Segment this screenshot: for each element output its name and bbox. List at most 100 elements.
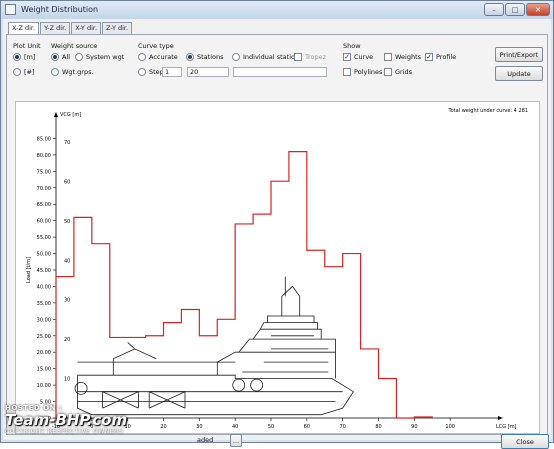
radio-selected-icon: [51, 53, 59, 61]
window-title: Weight Distribution: [21, 5, 99, 14]
show-curve-label: Curve: [354, 53, 374, 61]
curve-accurate-label: Accurate: [149, 53, 178, 61]
y-axis-label-vcg: VCG [m]: [60, 112, 81, 118]
app-icon: [5, 4, 16, 15]
x-tick-label: 40: [232, 424, 238, 430]
y-tick-label: 60.00: [37, 219, 51, 225]
weight-source-all-label: All: [62, 53, 71, 61]
x-tick-label: 100: [445, 424, 455, 430]
show-polylines-checkbox[interactable]: Polylines: [343, 68, 382, 76]
radio-unselected-icon: [13, 68, 21, 76]
x-tick-label: 10: [124, 424, 130, 430]
x-tick-label: 60: [304, 424, 310, 430]
y-tick-label: 20.00: [37, 350, 51, 356]
tab-panel: Plot Unit [m] [#] Weight source All Syst…: [6, 34, 549, 449]
tab-zy-dir[interactable]: Z-Y dir.: [102, 22, 133, 34]
show-grids-checkbox[interactable]: Grids: [384, 68, 412, 76]
minimize-button[interactable]: –: [484, 3, 504, 16]
checkmark-icon: ✓: [343, 53, 351, 61]
update-button[interactable]: Update: [495, 66, 543, 81]
x-tick-label: 50: [268, 424, 274, 430]
y-tick-label: 65.00: [37, 202, 51, 208]
weight-source-system-label: System wgt: [86, 53, 125, 61]
show-profile-label: Profile: [436, 53, 457, 61]
y-tick-label: 35.00: [37, 301, 51, 307]
radio-unselected-icon: [51, 68, 59, 76]
checkbox-icon: [343, 68, 351, 76]
chart-svg: Total weight under curve: 4 281 -10 0 10 20 3…: [26, 108, 528, 430]
y-tick-label: 25.00: [37, 334, 51, 340]
checkmark-icon: ✓: [425, 53, 433, 61]
x-axis-label: LCG [m]: [496, 424, 517, 430]
plot-unit-count-label: [#]: [24, 68, 35, 76]
vcg-tick-label: 50: [64, 219, 70, 225]
show-grids-label: Grids: [395, 68, 413, 76]
vcg-tick-label: 10: [64, 377, 70, 383]
step-value-field[interactable]: 1: [162, 67, 182, 77]
show-weights-checkbox[interactable]: Weights: [384, 53, 421, 61]
show-weights-label: Weights: [395, 53, 422, 61]
curve-tropez-checkbox[interactable]: Tropez: [294, 53, 326, 61]
checkbox-icon: [384, 53, 392, 61]
show-curve-checkbox[interactable]: ✓ Curve: [343, 53, 373, 61]
x-tick-label: 90: [411, 424, 417, 430]
weight-source-all-radio[interactable]: All: [51, 53, 70, 61]
x-tick-label: 80: [375, 424, 381, 430]
y-tick-label: 10.00: [37, 383, 51, 389]
close-button[interactable]: Close: [501, 434, 549, 449]
total-weight-label: Total weight under curve: 4 281: [447, 108, 528, 114]
weight-source-system-radio[interactable]: System wgt: [75, 53, 124, 61]
show-profile-checkbox[interactable]: ✓ Profile: [425, 53, 456, 61]
plot-unit-m-radio[interactable]: [m]: [13, 53, 35, 61]
radio-unselected-icon: [232, 53, 240, 61]
x-axis-arrow-icon: [498, 416, 503, 420]
curve-step-radio[interactable]: Step: [138, 68, 164, 76]
y-tick-label: 80.00: [37, 153, 51, 159]
close-window-button[interactable]: ✕: [526, 3, 550, 16]
tab-yz-dir[interactable]: Y-Z dir.: [40, 22, 71, 34]
y-tick-label: 55.00: [37, 235, 51, 241]
print-export-button[interactable]: Print/Export: [495, 47, 543, 62]
x-tick-label: 20: [160, 424, 166, 430]
vcg-tick-label: 40: [64, 258, 70, 264]
curve-individual-stations-radio[interactable]: Individual stations: [232, 53, 302, 61]
curve-stations-radio[interactable]: Stations: [186, 53, 224, 61]
curve-tropez-label: Tropez: [305, 53, 327, 61]
vcg-tick-label: 60: [64, 179, 70, 185]
ship-profile-drawing: [74, 276, 354, 416]
weight-source-title: Weight source: [51, 42, 98, 50]
weight-source-groups-radio[interactable]: Wgt.grps.: [51, 68, 94, 76]
weight-distribution-window: Weight Distribution – □ ✕ X-Z dir. Y-Z d…: [0, 0, 554, 449]
load-step-curve: [55, 151, 433, 419]
y-tick-label: 70.00: [37, 186, 51, 192]
y-axis-label-load: Load [t/m]: [26, 257, 32, 283]
plot-unit-count-radio[interactable]: [#]: [13, 68, 35, 76]
checkbox-icon: [294, 53, 302, 61]
curve-extra-field[interactable]: [233, 67, 327, 77]
weight-source-groups-label: Wgt.grps.: [62, 68, 94, 76]
y-tick-label: 15.00: [37, 367, 51, 373]
maximize-button[interactable]: □: [505, 3, 525, 16]
y-tick-label: 40.00: [37, 284, 51, 290]
stations-count-field[interactable]: 20: [187, 67, 229, 77]
radio-selected-icon: [13, 53, 21, 61]
y-tick-label: 45.00: [37, 268, 51, 274]
tab-xy-dir[interactable]: X-Y dir.: [71, 22, 102, 34]
curve-type-title: Curve type: [138, 42, 174, 50]
title-bar: Weight Distribution – □ ✕: [1, 1, 553, 19]
show-title: Show: [343, 42, 361, 50]
direction-tabs: X-Z dir. Y-Z dir. X-Y dir. Z-Y dir.: [8, 22, 133, 35]
x-tick-label: -10: [52, 424, 60, 430]
radio-unselected-icon: [138, 53, 146, 61]
browse-button[interactable]: ...: [230, 434, 242, 447]
plot-unit-m-label: [m]: [24, 53, 36, 61]
x-tick-label: 0: [90, 424, 93, 430]
weight-distribution-chart: Total weight under curve: 4 281 -10 0 10 20 3…: [15, 101, 540, 434]
y-axis-arrow-icon: [54, 112, 58, 117]
vcg-tick-label: 70: [64, 140, 70, 146]
curve-accurate-radio[interactable]: Accurate: [138, 53, 178, 61]
radio-selected-icon: [186, 53, 194, 61]
radio-unselected-icon: [75, 53, 83, 61]
show-polylines-label: Polylines: [354, 68, 383, 76]
radio-unselected-icon: [138, 68, 146, 76]
